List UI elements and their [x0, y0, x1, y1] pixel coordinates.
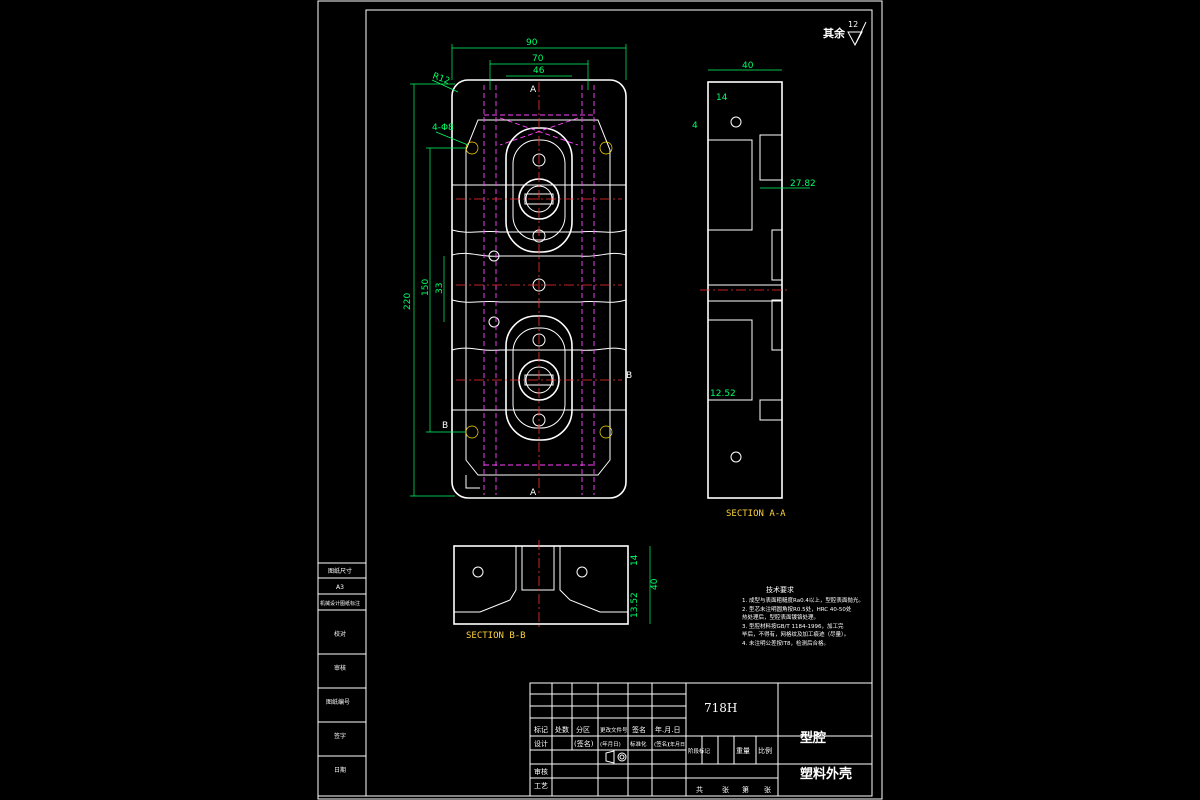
hole-tr	[599, 141, 613, 155]
stage-1: 重量	[736, 747, 750, 755]
section-bb-label: SECTION B-B	[466, 631, 526, 641]
design-4: (签名)	[654, 740, 669, 748]
row-review: 审核	[534, 767, 548, 776]
hdr-3: 更改文件号	[600, 726, 628, 734]
plan-view	[451, 79, 627, 499]
hdr-0: 标记	[534, 725, 548, 734]
section-aa-label: SECTION A-A	[726, 509, 786, 519]
hdr-4: 签名	[632, 725, 646, 734]
notes-title: 技术要求	[766, 585, 794, 594]
strip-6: 签字	[334, 732, 346, 740]
dim-r12: R12	[431, 71, 451, 86]
hdr-5: 年.月.日	[655, 725, 680, 734]
aa-dim-4: 4	[692, 121, 698, 131]
section-b-right: B	[626, 371, 632, 381]
hdr-1: 处数	[555, 725, 569, 734]
note-line-2: 2. 型芯未注明圆角按R0.5处，HRC 40-50处	[742, 605, 852, 613]
aa-dim-1252: 12.52	[710, 389, 736, 399]
title-block: 718H 型腔 塑料外壳 标记 处数 分区 更改文件号 签名 年.月.日 设计 …	[529, 682, 873, 797]
strip-0: 图纸尺寸	[328, 567, 352, 575]
aa-dim-2782: 27.82	[790, 179, 816, 189]
section-a-bottom: A	[530, 488, 537, 498]
strip-2: 机械设计图纸标注	[320, 600, 360, 607]
dim-holes: 4-Φ8	[432, 123, 454, 133]
row-process: 工艺	[534, 782, 548, 790]
strip-4: 审核	[334, 664, 346, 672]
design-5: (年月日)	[668, 741, 687, 748]
strip-5: 图纸编号	[326, 698, 350, 706]
section-a-top: A	[530, 85, 537, 95]
bb-dim-40: 40	[650, 578, 660, 590]
bb-dim-14: 14	[630, 554, 640, 566]
dim-46: 46	[533, 66, 545, 76]
stage-2: 比例	[758, 746, 772, 755]
projection-symbol-icon	[605, 750, 627, 764]
design-1: (签名)	[574, 739, 594, 748]
aa-dim-40: 40	[742, 61, 754, 71]
roughness-text: 其余	[823, 26, 846, 40]
section-b-left: B	[442, 421, 448, 431]
title-material: 718H	[704, 701, 737, 715]
hole-bl	[465, 425, 479, 439]
note-line-5: 毕后，不得有，网格纹及加工痕迹（尽量）。	[742, 630, 849, 638]
hole-tl	[465, 141, 479, 155]
dim-70: 70	[532, 54, 544, 64]
sheet-3: 张	[764, 785, 771, 794]
dim-90: 90	[526, 38, 538, 48]
dim-220: 220	[403, 293, 413, 310]
note-line-3: 热处理后，型腔表面镀铬处理。	[742, 613, 819, 621]
dim-33: 33	[435, 283, 445, 294]
hdr-2: 分区	[576, 725, 590, 734]
outer-border	[317, 0, 883, 800]
roughness-mark: 其余 12	[823, 20, 867, 47]
dim-150: 150	[421, 279, 431, 296]
design-3: 标准化	[630, 740, 647, 748]
technical-notes: 技术要求 1. 成型与表面粗糙度Ra0.4以上，型腔表面抛光。 2. 型芯未注明…	[742, 585, 864, 647]
stage-0: 阶段标记	[688, 747, 711, 755]
bb-dim-1352: 13.52	[630, 592, 640, 618]
left-strip: 图纸尺寸 A3 机械设计图纸标注 校对 审核 图纸编号 签字 日期	[317, 562, 367, 797]
title-part-name: 型腔	[800, 730, 826, 746]
strip-3: 校对	[334, 630, 346, 638]
aa-dim-14: 14	[716, 93, 728, 103]
strip-7: 日期	[334, 766, 346, 774]
section-aa-view: 40 14 4 27.82 12.52 SECTION A-A	[692, 61, 816, 519]
title-product: 塑料外壳	[800, 766, 852, 782]
sheet-0: 共	[696, 785, 703, 794]
design-0: 设计	[534, 739, 548, 748]
roughness-value: 12	[848, 20, 858, 29]
sheet-2: 第	[742, 785, 749, 794]
strip-1: A3	[336, 584, 344, 591]
note-line-4: 3. 型腔材料按GB/T 1184-1996，加工完	[742, 622, 844, 630]
cad-drawing: 其余 12 90 70 46 220 150 33 R12 4-Φ8 A A B…	[317, 0, 883, 800]
note-line-6: 4. 未注明公差按IT8，检测后合格。	[742, 639, 829, 647]
plan-dimensions: 90 70 46 220 150 33 R12 4-Φ8 A A B B	[403, 38, 632, 498]
section-bb-view: 14 40 13.52 SECTION B-B	[453, 540, 660, 641]
pocket-outline	[465, 119, 611, 476]
design-2: (年月日)	[600, 740, 621, 748]
note-line-1: 1. 成型与表面粗糙度Ra0.4以上，型腔表面抛光。	[742, 596, 864, 604]
sheet-1: 张	[722, 785, 729, 794]
